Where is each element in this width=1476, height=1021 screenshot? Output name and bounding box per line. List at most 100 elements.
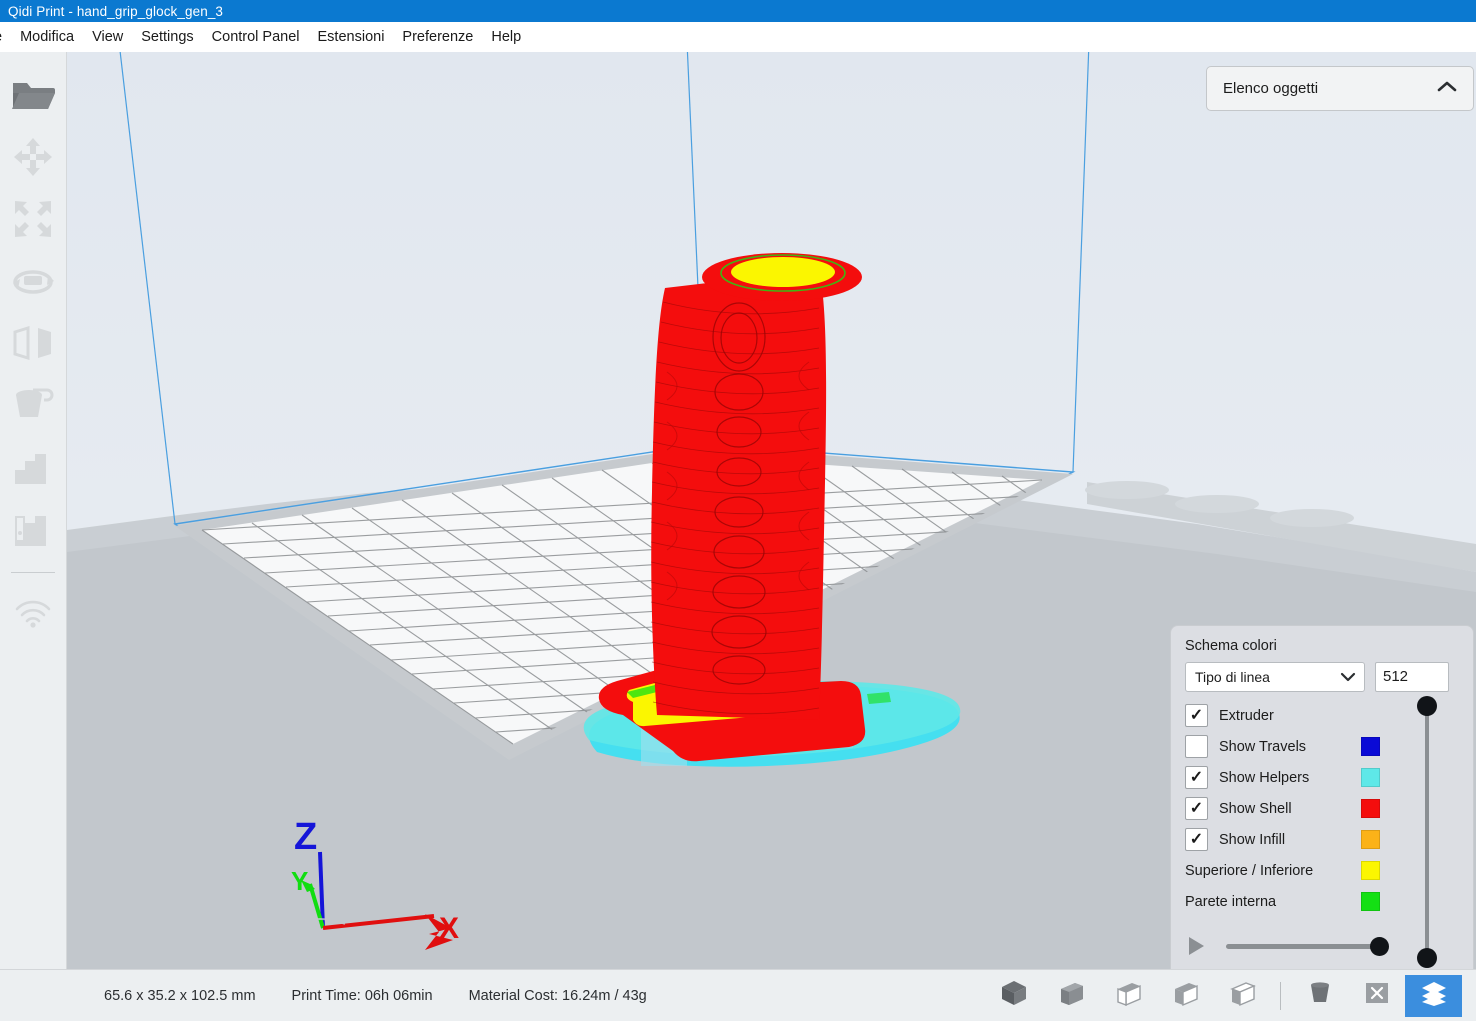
playback-slider-handle[interactable] xyxy=(1370,936,1389,956)
chevron-down-icon xyxy=(1340,669,1356,685)
color-scheme-select[interactable]: Tipo di linea xyxy=(1185,662,1365,692)
application-window: Qidi Print - hand_grip_glock_gen_3 e Mod… xyxy=(0,0,1476,1021)
move-icon xyxy=(13,137,53,182)
legend-top-bottom: Superiore / Inferiore xyxy=(1185,855,1459,886)
cube-left-icon xyxy=(1171,979,1199,1012)
layer-settings-icon xyxy=(13,512,53,551)
color-scheme-value: Tipo di linea xyxy=(1195,669,1270,685)
checkmark-icon: ✓ xyxy=(1189,706,1204,724)
bucket-icon xyxy=(1306,979,1334,1012)
view-right-button[interactable] xyxy=(1213,975,1270,1017)
tool-move[interactable] xyxy=(5,128,61,190)
per-model-settings-icon xyxy=(13,450,53,489)
tool-open-file[interactable] xyxy=(5,66,61,128)
view-3d-button[interactable] xyxy=(985,975,1042,1017)
view-front-button[interactable] xyxy=(1042,975,1099,1017)
tool-mirror[interactable] xyxy=(5,314,61,376)
legend-inner-wall: Parete interna xyxy=(1185,886,1459,917)
legend-inner-wall-label: Parete interna xyxy=(1185,893,1277,910)
cube-iso-icon xyxy=(1000,979,1028,1012)
show-shell-label: Show Shell xyxy=(1219,800,1292,817)
toolbar-divider xyxy=(11,572,55,573)
rotate-icon xyxy=(12,263,54,304)
show-helpers-checkbox[interactable]: ✓ xyxy=(1185,766,1208,789)
play-icon[interactable] xyxy=(1189,937,1204,955)
axis-label-x: X xyxy=(439,912,459,945)
material-cost: Material Cost: 16.24m / 43g xyxy=(468,987,647,1004)
cube-front-icon xyxy=(1057,979,1085,1012)
view-button-group xyxy=(985,974,1476,1017)
object-list-label: Elenco oggetti xyxy=(1223,80,1319,97)
tool-layer-settings[interactable] xyxy=(5,500,61,562)
menu-view[interactable]: View xyxy=(83,23,132,52)
axis-label-z: Z xyxy=(294,816,317,858)
checkmark-icon: ✓ xyxy=(1189,830,1204,848)
tool-support-blocker[interactable] xyxy=(5,376,61,438)
tool-rotate[interactable] xyxy=(5,252,61,314)
x-icon xyxy=(1364,980,1390,1011)
window-title: Qidi Print - hand_grip_glock_gen_3 xyxy=(8,3,224,19)
show-travels-swatch xyxy=(1361,737,1380,756)
axis-label-y: Y xyxy=(291,866,308,896)
menu-settings[interactable]: Settings xyxy=(132,23,202,52)
print-time: Print Time: 06h 06min xyxy=(291,987,433,1004)
show-infill-checkbox[interactable]: ✓ xyxy=(1185,828,1208,851)
legend-top-bottom-label: Superiore / Inferiore xyxy=(1185,862,1314,879)
checkmark-icon: ✓ xyxy=(1189,799,1204,817)
menu-control-panel[interactable]: Control Panel xyxy=(203,23,309,52)
show-helpers-swatch xyxy=(1361,768,1380,787)
cube-right-icon xyxy=(1228,979,1256,1012)
show-helpers-label: Show Helpers xyxy=(1219,769,1310,786)
menu-modifica[interactable]: Modifica xyxy=(11,23,83,52)
color-toggle-list: ✓ Extruder Show Travels ✓ Show Helpers ✓… xyxy=(1185,700,1459,917)
title-bar: Qidi Print - hand_grip_glock_gen_3 xyxy=(0,0,1476,22)
show-shell-checkbox[interactable]: ✓ xyxy=(1185,797,1208,820)
layers-icon xyxy=(1420,979,1448,1012)
toggle-show-travels[interactable]: Show Travels xyxy=(1185,731,1459,762)
legend-top-bottom-swatch xyxy=(1361,861,1380,880)
color-scheme-panel: Schema colori Tipo di linea 512 ✓ Extrud… xyxy=(1170,625,1474,969)
chevron-up-icon xyxy=(1437,80,1457,98)
extruder-label: Extruder xyxy=(1219,707,1274,724)
toolbar-separator xyxy=(1280,981,1281,1010)
menu-file[interactable]: e xyxy=(0,23,11,52)
toggle-show-shell[interactable]: ✓ Show Shell xyxy=(1185,793,1459,824)
3d-viewport[interactable]: Z Y X Elenco oggetti Schema colori Tipo … xyxy=(67,52,1476,969)
layer-number-input[interactable]: 512 xyxy=(1375,662,1449,692)
model-column-shell xyxy=(651,270,827,720)
show-travels-checkbox[interactable] xyxy=(1185,735,1208,758)
checkmark-icon: ✓ xyxy=(1189,768,1204,786)
support-blocker-icon xyxy=(11,387,55,428)
layer-slider[interactable] xyxy=(1417,696,1437,968)
tool-network-printer[interactable] xyxy=(5,585,61,647)
layer-slider-top-handle[interactable] xyxy=(1417,696,1437,716)
show-shell-swatch xyxy=(1361,799,1380,818)
toggle-show-infill[interactable]: ✓ Show Infill xyxy=(1185,824,1459,855)
object-list-dropdown[interactable]: Elenco oggetti xyxy=(1206,66,1474,111)
layer-view-button[interactable] xyxy=(1405,974,1462,1017)
tool-scale[interactable] xyxy=(5,190,61,252)
menu-preferenze[interactable]: Preferenze xyxy=(393,23,482,52)
model-top-surface xyxy=(731,257,835,287)
status-bar: 65.6 x 35.2 x 102.5 mm Print Time: 06h 0… xyxy=(0,969,1476,1021)
view-top-button[interactable] xyxy=(1099,975,1156,1017)
menu-help[interactable]: Help xyxy=(482,23,530,52)
mirror-icon xyxy=(12,325,54,365)
extruder-button[interactable] xyxy=(1291,975,1348,1017)
scale-icon xyxy=(13,199,53,244)
show-infill-swatch xyxy=(1361,830,1380,849)
color-panel-title: Schema colori xyxy=(1185,638,1277,654)
tool-per-model-settings[interactable] xyxy=(5,438,61,500)
menu-estensioni[interactable]: Estensioni xyxy=(309,23,394,52)
playback-slider[interactable] xyxy=(1226,936,1389,956)
layer-slider-bottom-handle[interactable] xyxy=(1417,948,1437,968)
legend-inner-wall-swatch xyxy=(1361,892,1380,911)
open-folder-icon xyxy=(11,77,55,118)
status-info-group: 65.6 x 35.2 x 102.5 mm Print Time: 06h 0… xyxy=(0,988,647,1004)
disable-extruder-button[interactable] xyxy=(1348,975,1405,1017)
view-left-button[interactable] xyxy=(1156,975,1213,1017)
wifi-icon xyxy=(13,598,53,635)
toggle-show-helpers[interactable]: ✓ Show Helpers xyxy=(1185,762,1459,793)
extruder-checkbox[interactable]: ✓ xyxy=(1185,704,1208,727)
cube-top-icon xyxy=(1114,979,1142,1012)
